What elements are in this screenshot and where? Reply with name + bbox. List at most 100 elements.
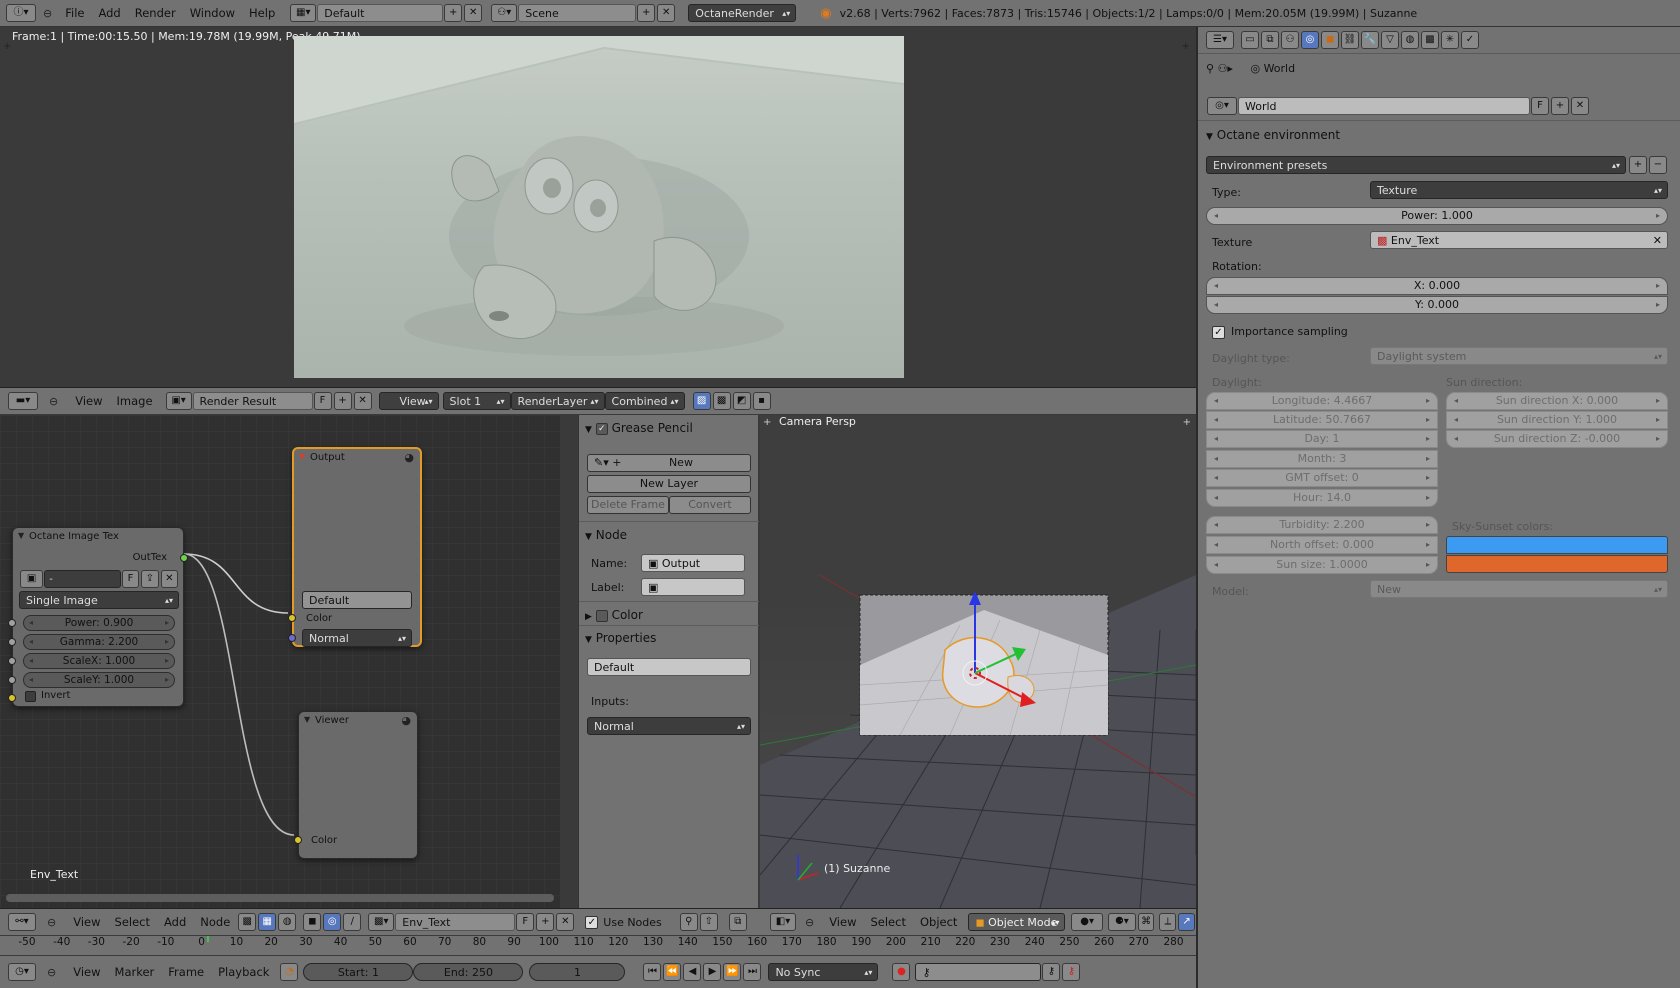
alpha-icon[interactable]: ▩ — [712, 392, 731, 410]
viewer-node[interactable]: Viewer ▼ ◕ Color — [294, 711, 418, 859]
collapse-icon[interactable]: ⊖ — [47, 916, 56, 929]
menu-window[interactable]: Window — [183, 6, 242, 20]
node-preview-icon[interactable]: ◕ — [401, 714, 411, 727]
fake-user-button[interactable]: F — [1531, 97, 1549, 115]
renderlayer-select[interactable]: RenderLayer ▴▾ — [510, 392, 605, 410]
image-name-field[interactable]: Render Result — [192, 392, 313, 410]
texture-remove-icon[interactable]: ✕ — [556, 913, 575, 931]
rotate-icon[interactable]: ↗ — [1178, 913, 1195, 931]
shading-icon[interactable]: ●▾ — [1071, 913, 1103, 931]
texture-tree-icon[interactable]: ▦ — [258, 913, 277, 931]
texture-name-field[interactable]: Env_Text — [395, 913, 516, 931]
collapse-triangle-icon[interactable]: ▼ — [299, 452, 305, 461]
timeline-type-icon[interactable]: ◷▾ — [8, 963, 36, 981]
z-buffer-icon[interactable]: ◩ — [732, 392, 751, 410]
image-file-field[interactable]: -probe.hdr.jpg — [44, 570, 121, 603]
image-add-icon[interactable]: + — [333, 392, 352, 410]
preset-remove-icon[interactable]: − — [1649, 156, 1667, 174]
output-normal-socket[interactable] — [288, 634, 296, 642]
rotation-y-slider[interactable]: Y: 0.000 — [1206, 296, 1668, 314]
color-checkbox[interactable] — [595, 609, 608, 622]
inputs-select[interactable]: Normal ▴▾ — [587, 717, 751, 735]
month-slider[interactable]: Month: 3 — [1206, 450, 1438, 468]
properties-panel-header[interactable]: ▼ Properties — [585, 631, 656, 645]
layout-field[interactable]: Default — [317, 4, 444, 22]
collapse-icon[interactable]: ⊖ — [805, 916, 814, 929]
menu-render[interactable]: Render — [128, 6, 183, 20]
menu-node[interactable]: Node — [193, 915, 237, 929]
collapse-icon[interactable]: ⊖ — [49, 395, 58, 408]
menu-select[interactable]: Select — [108, 915, 157, 929]
node-label-field[interactable]: ▣ — [641, 578, 745, 596]
daylight-type-select[interactable]: Daylight system ▴▾ — [1370, 347, 1668, 365]
scene-tab-icon[interactable]: ⚇ — [1281, 31, 1299, 49]
render-layers-tab-icon[interactable]: ⧉ — [1261, 31, 1279, 49]
translate-icon[interactable]: ⟂ — [1159, 913, 1177, 931]
octane-environment-header[interactable]: ▼ Octane environment — [1206, 128, 1340, 142]
menu-file[interactable]: File — [58, 6, 91, 20]
environment-presets-select[interactable]: Environment presets ▴▾ — [1206, 156, 1626, 174]
outtex-socket[interactable] — [180, 554, 188, 562]
particles-tab-icon[interactable]: ✳ — [1441, 31, 1459, 49]
turbidity-slider[interactable]: Turbidity: 2.200 — [1206, 516, 1438, 534]
menu-add[interactable]: Add — [91, 6, 127, 20]
end-frame-field[interactable]: End: 250 — [413, 963, 524, 981]
data-tab-icon[interactable]: ▽ — [1381, 31, 1399, 49]
gamma-slider[interactable]: Gamma: 2.200 — [23, 634, 175, 650]
node-editor-type-icon[interactable]: ⚯▾ — [8, 913, 36, 931]
prev-keyframe-icon[interactable]: ⏪ — [663, 963, 682, 981]
sun-size-slider[interactable]: Sun size: 1.0000 — [1206, 556, 1438, 574]
start-frame-field[interactable]: Start: 1 — [303, 963, 414, 981]
menu-view[interactable]: View — [822, 915, 863, 929]
texture-browse-icon[interactable]: ▩▾ — [368, 913, 395, 931]
world-add-icon[interactable]: + — [1551, 97, 1569, 115]
world-name-field[interactable]: World — [1238, 97, 1530, 115]
timeline-ruler[interactable]: -50 -40 -30 -20 -10 0 10 20 30 40 50 60 70 80 90 100 110… — [0, 935, 1196, 955]
gamma-socket[interactable] — [8, 638, 16, 646]
texture-clear-icon[interactable]: ✕ — [1653, 232, 1662, 250]
node-preview-icon[interactable]: ◕ — [404, 451, 414, 464]
play-icon[interactable]: ▶ — [703, 963, 722, 981]
menu-playback[interactable]: Playback — [211, 965, 276, 979]
viewer-color-socket[interactable] — [294, 836, 302, 844]
scaley-slider[interactable]: ScaleY: 1.000 — [23, 672, 175, 688]
render-tab-icon[interactable]: ▭ — [1241, 31, 1259, 49]
fake-user-button[interactable]: F — [313, 392, 332, 410]
scene-icon[interactable]: ⚇▾ — [491, 4, 518, 22]
constraints-tab-icon[interactable]: ⛓ — [1341, 31, 1359, 49]
corner-plus-icon[interactable]: + — [1182, 41, 1190, 52]
scalex-slider[interactable]: ScaleX: 1.000 — [23, 653, 175, 669]
gmt-offset-slider[interactable]: GMT offset: 0 — [1206, 469, 1438, 487]
menu-view[interactable]: View — [68, 394, 109, 408]
use-nodes-checkbox[interactable]: ✓ — [585, 915, 599, 929]
corner-plus-icon[interactable]: + — [3, 41, 11, 52]
model-select[interactable]: New ▴▾ — [1370, 580, 1668, 598]
new-layer-button[interactable]: New Layer — [587, 475, 751, 493]
image-editor-type-icon[interactable]: ▬▾ — [8, 392, 38, 410]
sky-color-swatch[interactable] — [1446, 536, 1668, 554]
render-engine-select[interactable]: OctaneRender ▴▾ — [688, 4, 797, 22]
collapse-icon[interactable]: ⊖ — [47, 966, 56, 979]
output-color-socket[interactable] — [288, 614, 296, 622]
pin-icon[interactable]: ⚲ — [1206, 62, 1214, 75]
world-remove-icon[interactable]: ✕ — [1571, 97, 1589, 115]
rotation-x-slider[interactable]: X: 0.000 — [1206, 277, 1668, 295]
fake-user-button[interactable]: F — [516, 913, 535, 931]
current-frame-field[interactable]: 1 — [529, 963, 626, 981]
render-view[interactable]: Frame:1 | Time:00:15.50 | Mem:19.78M (19… — [0, 27, 1196, 388]
world-icon[interactable]: ◎ — [323, 913, 342, 931]
power-slider[interactable]: Power: 1.000 — [1206, 207, 1668, 225]
output-normal-select[interactable]: Normal ▴▾ — [302, 629, 412, 647]
scaley-socket[interactable] — [8, 676, 16, 684]
sun-direction-z-slider[interactable]: Sun direction Z: -0.000 — [1446, 430, 1668, 448]
north-offset-slider[interactable]: North offset: 0.000 — [1206, 536, 1438, 554]
latitude-slider[interactable]: Latitude: 50.7667 — [1206, 411, 1438, 429]
insert-keyframe-icon[interactable]: ⚷ — [1042, 963, 1061, 981]
corner-plus-icon[interactable]: + — [763, 417, 771, 428]
scene-field[interactable]: Scene — [518, 4, 637, 22]
play-reverse-icon[interactable]: ◀ — [683, 963, 702, 981]
power-socket[interactable] — [8, 619, 16, 627]
physics-tab-icon[interactable]: ✓ — [1461, 31, 1479, 49]
layout-icon[interactable]: ▦▾ — [290, 4, 317, 22]
node-panel-header[interactable]: ▼ Node — [585, 528, 627, 542]
